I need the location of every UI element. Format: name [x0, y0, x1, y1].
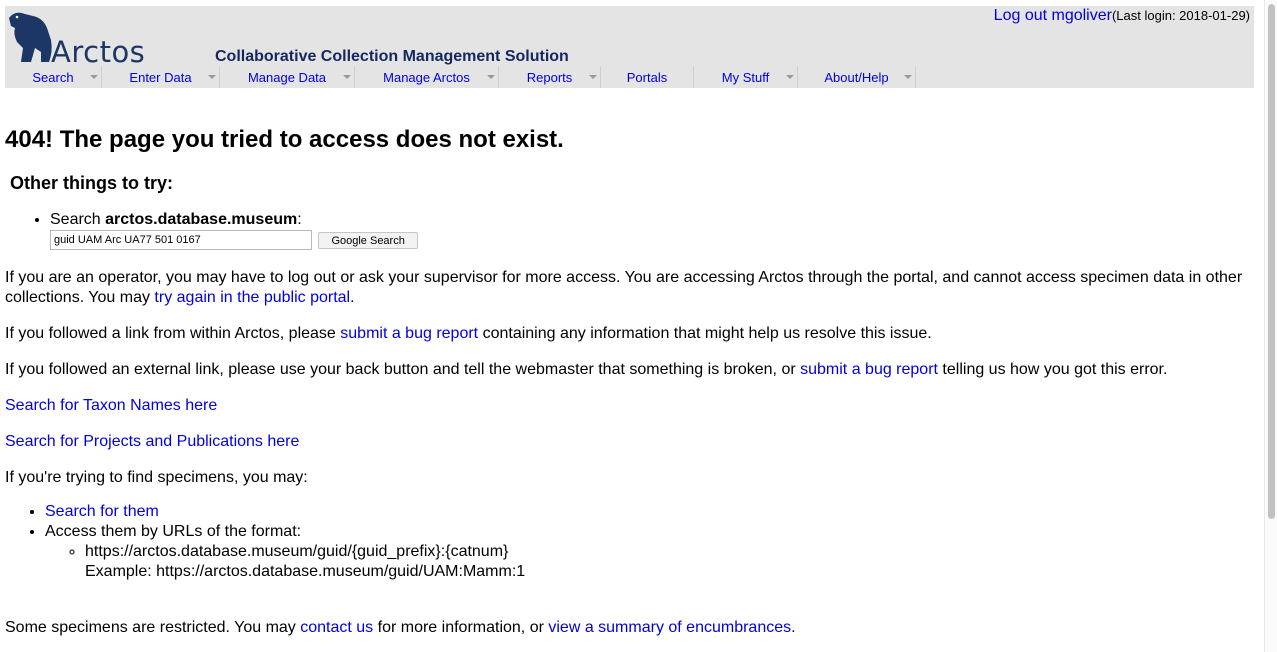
nav-label: About/Help: [824, 70, 889, 85]
url-format-list: https://arctos.database.museum/guid/{gui…: [45, 542, 1255, 582]
login-area: Log out mgoliver(Last login: 2018-01-29): [994, 7, 1250, 25]
page-title: 404! The page you tried to access does n…: [5, 126, 564, 153]
nav-label: Manage Arctos: [383, 70, 470, 85]
dropdown-arrow-icon: [208, 75, 216, 79]
dropdown-arrow-icon: [90, 75, 98, 79]
nav-label: Search: [32, 70, 74, 85]
scrollbar-thumb[interactable]: [1268, 4, 1275, 519]
section-heading: Other things to try:: [10, 173, 173, 193]
urls-text: Access them by URLs of the format:: [45, 523, 302, 540]
arctos-logo[interactable]: Arctos: [7, 8, 145, 69]
nav-label: Portals: [626, 70, 668, 85]
main-content: 404! The page you tried to access does n…: [5, 124, 1255, 638]
last-login-text: (Last login: 2018-01-29): [1111, 8, 1250, 23]
dropdown-arrow-icon: [904, 75, 912, 79]
projects-search-link[interactable]: Search for Projects and Publications her…: [5, 433, 299, 450]
nav-label: Enter Data: [129, 70, 192, 85]
taxon-search-link[interactable]: Search for Taxon Names here: [5, 397, 217, 414]
nav-item-manage-data[interactable]: Manage Data: [220, 66, 355, 88]
url-format-text: https://arctos.database.museum/guid/{gui…: [85, 543, 509, 560]
search-prefix-text: Search: [50, 211, 106, 228]
search-suffix-text: :: [297, 211, 302, 228]
nav-label: My Stuff: [721, 70, 770, 85]
taxon-paragraph: Search for Taxon Names here: [5, 396, 1255, 416]
search-site-text: arctos.database.museum: [105, 211, 298, 228]
list-item: Search for them: [45, 502, 1255, 522]
nav-item-manage-arctos[interactable]: Manage Arctos: [355, 66, 499, 88]
nav-item-reports[interactable]: Reports: [499, 66, 601, 88]
find-specimens-list: Search for them Access them by URLs of t…: [5, 502, 1255, 582]
logo-text: Arctos: [51, 35, 146, 69]
operator-paragraph: If you are an operator, you may have to …: [5, 268, 1255, 308]
list-item: Search arctos.database.museum: Google Se…: [50, 210, 1255, 252]
find-specimens-text: If you're trying to find specimens, you …: [5, 469, 308, 486]
dropdown-arrow-icon: [343, 75, 351, 79]
try-list: Search arctos.database.museum: Google Se…: [5, 210, 1255, 252]
public-portal-link[interactable]: try again in the public portal: [154, 289, 350, 306]
vertical-scrollbar[interactable]: [1264, 0, 1277, 652]
list-item: Access them by URLs of the format: https…: [45, 522, 1255, 582]
period: .: [791, 619, 796, 636]
nav-filler: [916, 66, 1254, 88]
bug-report-link-2[interactable]: submit a bug report: [800, 361, 938, 378]
contact-us-link[interactable]: contact us: [300, 619, 373, 636]
site-header: Arctos Collaborative Collection Manageme…: [5, 6, 1254, 88]
nav-label: Manage Data: [247, 70, 327, 85]
url-example-text: Example: https://arctos.database.museum/…: [85, 563, 526, 580]
nav-item-enter-data[interactable]: Enter Data: [102, 66, 220, 88]
bug-report-link[interactable]: submit a bug report: [340, 325, 478, 342]
nav-label: Reports: [526, 70, 573, 85]
google-search-input[interactable]: [50, 230, 312, 250]
encumbrances-link[interactable]: view a summary of encumbrances: [548, 619, 791, 636]
dropdown-arrow-icon: [589, 75, 597, 79]
internal-text: If you followed a link from within Arcto…: [5, 325, 341, 342]
site-tagline: Collaborative Collection Management Solu…: [215, 48, 569, 65]
google-search-form: Google Search: [50, 230, 1255, 252]
specimen-search-link[interactable]: Search for them: [45, 503, 159, 520]
main-nav: Search Enter Data Manage Data Manage Arc…: [5, 66, 1254, 88]
projects-paragraph: Search for Projects and Publications her…: [5, 432, 1255, 452]
list-item: https://arctos.database.museum/guid/{gui…: [85, 542, 1255, 582]
external-link-paragraph: If you followed an external link, please…: [5, 360, 1255, 380]
nav-item-search[interactable]: Search: [5, 66, 102, 88]
restricted-paragraph: Some specimens are restricted. You may c…: [5, 618, 1255, 638]
logout-link[interactable]: Log out mgoliver: [994, 7, 1112, 24]
external-text: If you followed an external link, please…: [5, 361, 801, 378]
nav-item-my-stuff[interactable]: My Stuff: [694, 66, 798, 88]
restricted-mid-text: for more information, or: [373, 619, 549, 636]
nav-item-portals[interactable]: Portals: [601, 66, 694, 88]
internal-link-paragraph: If you followed a link from within Arcto…: [5, 324, 1255, 344]
google-search-button[interactable]: Google Search: [318, 232, 418, 249]
internal-end-text: containing any information that might he…: [478, 325, 932, 342]
external-end-text: telling us how you got this error.: [937, 361, 1168, 378]
restricted-text: Some specimens are restricted. You may: [5, 619, 301, 636]
nav-item-about-help[interactable]: About/Help: [798, 66, 916, 88]
dropdown-arrow-icon: [487, 75, 495, 79]
dropdown-arrow-icon: [786, 75, 794, 79]
period: .: [350, 289, 355, 306]
